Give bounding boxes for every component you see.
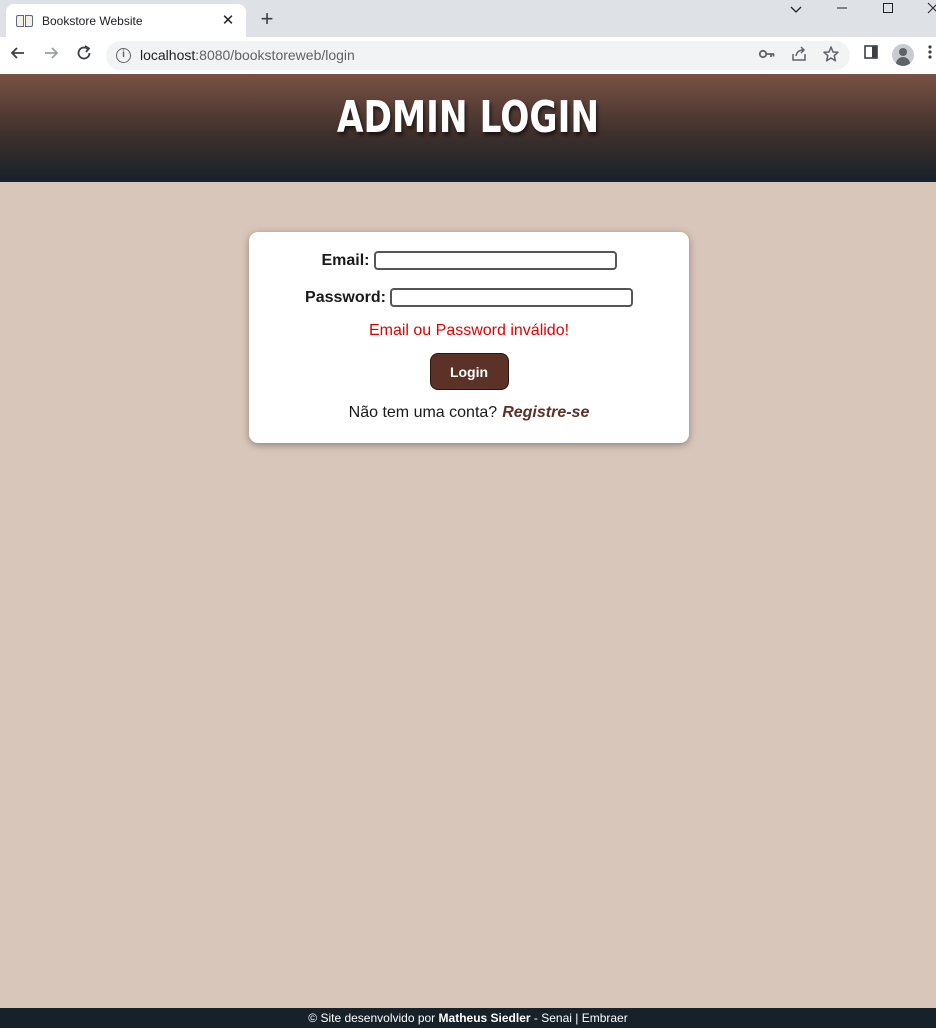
- footer-prefix: © Site desenvolvido por: [308, 1011, 436, 1025]
- page-title: Admin Login: [336, 92, 600, 143]
- key-icon[interactable]: [756, 45, 778, 67]
- page-header: Admin Login: [0, 74, 936, 182]
- error-row: Email ou Password inválido!: [249, 322, 689, 340]
- back-icon[interactable]: [7, 44, 29, 66]
- reload-icon[interactable]: [73, 44, 95, 66]
- email-row: Email:: [249, 251, 689, 270]
- browser-tab[interactable]: Bookstore Website ✕: [6, 4, 246, 37]
- email-field[interactable]: [373, 251, 617, 270]
- forward-icon[interactable]: [40, 44, 62, 66]
- button-row: Login: [249, 353, 689, 390]
- close-tab-icon[interactable]: ✕: [220, 12, 236, 29]
- profile-avatar-icon[interactable]: [892, 44, 914, 66]
- minimize-button[interactable]: [827, 0, 857, 20]
- address-bar[interactable]: i localhost:8080/bookstoreweb/login: [106, 41, 850, 70]
- bookmark-star-icon[interactable]: [820, 45, 842, 67]
- tab-title: Bookstore Website: [42, 13, 143, 28]
- side-panel-icon[interactable]: [860, 44, 882, 66]
- browser-chrome: Bookstore Website ✕ + i localhost:8080/b: [0, 0, 936, 74]
- share-icon[interactable]: [788, 45, 810, 67]
- page-footer: © Site desenvolvido por Matheus Siedler …: [0, 1008, 936, 1028]
- new-tab-button[interactable]: +: [256, 8, 278, 30]
- browser-toolbar: i localhost:8080/bookstoreweb/login: [0, 37, 936, 74]
- footer-suffix: - Senai | Embraer: [533, 1011, 628, 1025]
- register-row: Não tem uma conta? Registre-se: [249, 404, 689, 422]
- password-row: Password:: [249, 288, 689, 307]
- menu-dots-icon[interactable]: [924, 44, 936, 66]
- tab-strip: Bookstore Website ✕ +: [0, 0, 936, 37]
- maximize-button[interactable]: [873, 0, 903, 20]
- register-prompt: Não tem uma conta?: [348, 404, 498, 421]
- error-message: Email ou Password inválido!: [368, 322, 570, 339]
- close-window-button[interactable]: [918, 0, 936, 20]
- register-link[interactable]: Registre-se: [502, 404, 589, 422]
- tab-search-icon[interactable]: [781, 0, 811, 20]
- email-label: Email:: [321, 251, 370, 269]
- login-button[interactable]: Login: [429, 353, 509, 390]
- footer-author: Matheus Siedler: [438, 1011, 531, 1025]
- book-icon: [16, 14, 34, 28]
- login-card: Email: Password: Email ou Password invál…: [249, 232, 689, 443]
- password-field[interactable]: [389, 288, 633, 307]
- url-text[interactable]: localhost:8080/bookstoreweb/login: [140, 47, 355, 63]
- site-info-icon[interactable]: i: [116, 48, 131, 63]
- password-label: Password:: [305, 288, 386, 306]
